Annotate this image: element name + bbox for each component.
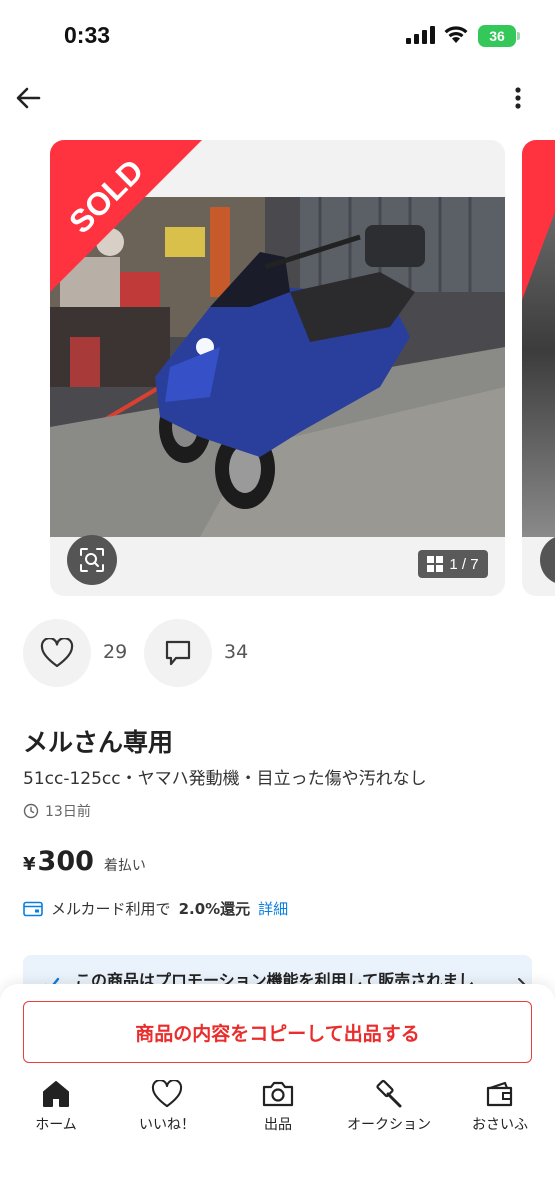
- wifi-icon: [444, 26, 468, 43]
- image-carousel[interactable]: SOLD 1 / 7: [0, 140, 555, 596]
- status-time: 0:33: [64, 22, 111, 48]
- image-search-button[interactable]: [67, 535, 117, 585]
- tab-auction[interactable]: オークション: [339, 1078, 439, 1138]
- back-button[interactable]: [12, 82, 44, 114]
- tab-wallet-label: おさいふ: [472, 1117, 528, 1133]
- signal-icon: [406, 26, 435, 44]
- tab-bar: ホーム いいね！ 出品 オークション おさいふ: [0, 1078, 555, 1138]
- grid-icon: [427, 556, 444, 572]
- tab-sell-label: 出品: [264, 1117, 292, 1133]
- price-currency: ¥: [23, 854, 36, 875]
- tab-auction-label: オークション: [347, 1117, 431, 1133]
- tab-home[interactable]: ホーム: [6, 1078, 106, 1138]
- camera-icon: [262, 1081, 294, 1107]
- sold-ribbon: SOLD: [50, 140, 202, 292]
- tab-likes-label: いいね！: [139, 1117, 195, 1133]
- clock-icon: [23, 803, 39, 819]
- shipping-method: 着払い: [103, 858, 146, 874]
- tab-sell[interactable]: 出品: [228, 1078, 328, 1138]
- posted-time: 13日前: [23, 801, 91, 821]
- like-button[interactable]: [23, 619, 91, 687]
- copy-listing-button[interactable]: 商品の内容をコピーして出品する: [23, 1001, 532, 1063]
- heart-icon: [40, 638, 74, 668]
- next-photo-card[interactable]: [522, 140, 555, 596]
- image-search-icon: [80, 548, 104, 572]
- image-counter[interactable]: 1 / 7: [418, 550, 488, 578]
- like-count: 29: [103, 641, 128, 663]
- price: ¥ 300 着払い: [23, 846, 146, 877]
- comment-button[interactable]: [144, 619, 212, 687]
- status-bar: 0:33 36: [0, 0, 555, 72]
- comment-count: 34: [224, 641, 249, 663]
- posted-time-text: 13日前: [45, 804, 91, 820]
- home-icon: [43, 1081, 69, 1107]
- wallet-icon: [486, 1081, 513, 1107]
- merpay-details-link[interactable]: 詳細: [258, 898, 288, 919]
- battery-icon: 36: [478, 25, 520, 47]
- next-image-search-button[interactable]: [540, 535, 555, 585]
- battery-level: 36: [489, 28, 505, 44]
- tab-home-label: ホーム: [35, 1117, 77, 1133]
- card-icon: [23, 901, 43, 916]
- more-vertical-icon: [515, 87, 521, 109]
- image-counter-text: 1 / 7: [449, 555, 479, 573]
- photo-card[interactable]: SOLD 1 / 7: [50, 140, 505, 596]
- merpay-cashback: メルカード利用で 2.0%還元 詳細: [23, 898, 288, 919]
- price-value: 300: [37, 846, 94, 877]
- item-title: メルさん専用: [23, 728, 174, 757]
- heart-icon: [151, 1080, 183, 1108]
- tab-likes[interactable]: いいね！: [117, 1078, 217, 1138]
- item-subtitle[interactable]: 51cc-125cc・ヤマハ発動機・目立った傷や汚れなし: [23, 764, 427, 789]
- tab-wallet[interactable]: おさいふ: [450, 1078, 550, 1138]
- comment-icon: [165, 640, 191, 666]
- more-options-button[interactable]: [506, 82, 530, 114]
- gavel-icon: [376, 1079, 402, 1108]
- merpay-prefix: メルカード利用で: [51, 900, 171, 918]
- arrow-left-icon: [16, 87, 41, 109]
- merpay-rate: 2.0%還元: [178, 900, 251, 918]
- bottom-sheet: 商品の内容をコピーして出品する ホーム いいね！ 出品 オークション おさいふ: [0, 984, 555, 1200]
